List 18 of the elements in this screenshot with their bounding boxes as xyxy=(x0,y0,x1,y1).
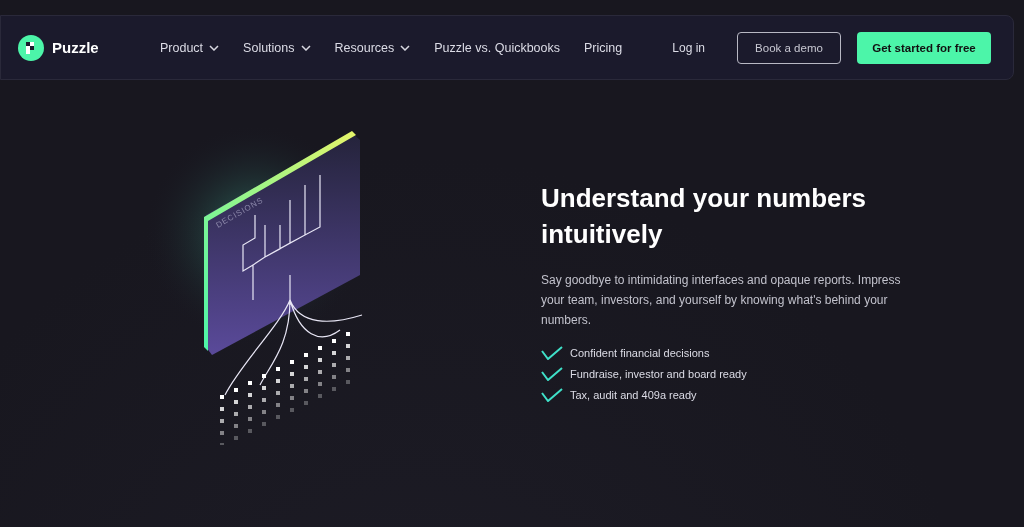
nav-link[interactable]: Pricing xyxy=(584,40,623,55)
nav-link[interactable]: Puzzle vs. Quickbooks xyxy=(434,40,561,55)
book-demo-button[interactable]: Book a demo xyxy=(737,31,841,64)
nav-link[interactable]: Resources xyxy=(334,40,411,55)
brand-name[interactable]: Puzzle xyxy=(52,39,99,56)
feature-item: Tax, audit and 409a ready xyxy=(570,389,697,401)
checkmark-icon xyxy=(541,388,563,402)
feature-item: Confident financial decisions xyxy=(570,347,710,359)
login-link[interactable]: Log in xyxy=(672,40,705,55)
hero-description: Say goodbye to intimidating interfaces and opaque reports. Impress your team, investors, and yourself by knowing what's behind your numbers. xyxy=(541,272,902,329)
get-started-button[interactable]: Get started for free xyxy=(857,31,991,64)
puzzle-logo-icon[interactable] xyxy=(18,34,44,61)
checkmark-icon xyxy=(541,346,563,360)
nav-link[interactable]: Product xyxy=(160,40,220,55)
feature-item: Fundraise, investor and board ready xyxy=(570,368,747,380)
nav-link[interactable]: Solutions xyxy=(243,40,311,55)
checkmark-icon xyxy=(541,367,563,381)
hero-heading: Understand your numbers intuitively xyxy=(541,182,868,251)
